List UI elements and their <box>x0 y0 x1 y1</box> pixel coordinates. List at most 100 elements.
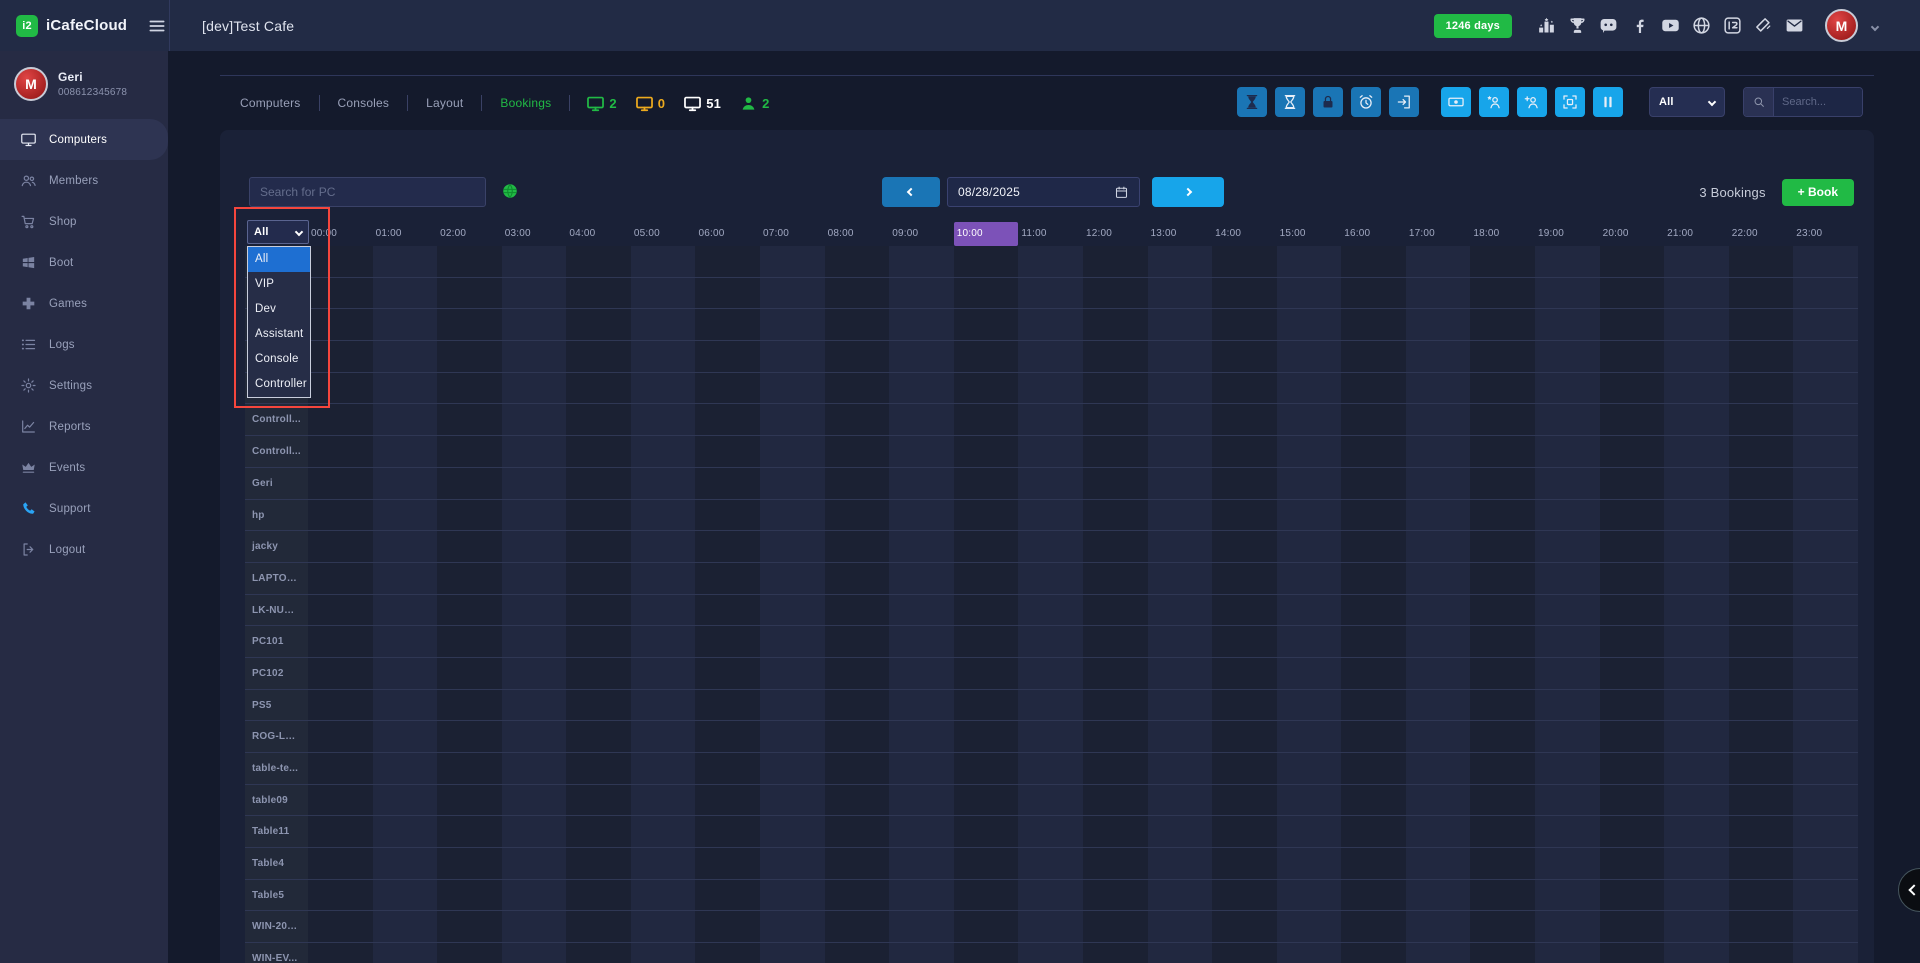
timeslot-cell[interactable] <box>1729 690 1794 721</box>
timeslot-cell[interactable] <box>1341 785 1406 816</box>
pc-name[interactable]: Geri <box>245 468 308 499</box>
timeslot-cell[interactable] <box>502 500 567 531</box>
timeslot-cell[interactable] <box>1083 690 1148 721</box>
timeslot-cell[interactable] <box>1083 595 1148 626</box>
timeslot-cell[interactable] <box>954 880 1019 911</box>
timeslot-cell[interactable] <box>502 246 567 277</box>
timeslot-cell[interactable] <box>1729 785 1794 816</box>
timeslot-cell[interactable] <box>1083 404 1148 435</box>
timeslot-cell[interactable] <box>954 721 1019 752</box>
timeslot-cell[interactable] <box>889 785 954 816</box>
timeslot-cell[interactable] <box>1535 531 1600 562</box>
timeslot-cell[interactable] <box>1148 911 1213 942</box>
timeslot-cell[interactable] <box>1341 658 1406 689</box>
timeslot-cell[interactable] <box>1600 500 1665 531</box>
timeslot-cell[interactable] <box>1535 278 1600 309</box>
timeslot-cell[interactable] <box>566 531 631 562</box>
timeslot-cell[interactable] <box>1277 595 1342 626</box>
timeslot-cell[interactable] <box>889 690 954 721</box>
pc-name[interactable]: Controll... <box>245 436 308 467</box>
timeslot-cell[interactable] <box>631 690 696 721</box>
timeslot-cell[interactable] <box>1018 595 1083 626</box>
timeslot-cell[interactable] <box>1018 563 1083 594</box>
timeslot-cell[interactable] <box>1148 341 1213 372</box>
timeslot-cell[interactable] <box>566 468 631 499</box>
filter-option-console[interactable]: Console <box>248 347 310 372</box>
timeslot-cell[interactable] <box>1148 816 1213 847</box>
timeslot-cell[interactable] <box>1535 848 1600 879</box>
timeslot-cell[interactable] <box>1535 721 1600 752</box>
timeslot-cell[interactable] <box>1535 500 1600 531</box>
timeslot-cell[interactable] <box>1406 753 1471 784</box>
timeslot-cell[interactable] <box>566 341 631 372</box>
pc-name[interactable]: PS5 <box>245 690 308 721</box>
timeslot-cell[interactable] <box>1406 373 1471 404</box>
timeslot-cell[interactable] <box>1600 436 1665 467</box>
timeslot-cell[interactable] <box>1664 278 1729 309</box>
timeslot-cell[interactable] <box>1406 246 1471 277</box>
timeslot-cell[interactable] <box>1406 309 1471 340</box>
timeslot-cell[interactable] <box>437 436 502 467</box>
pause-button[interactable] <box>1593 87 1623 117</box>
timeslot-cell[interactable] <box>502 309 567 340</box>
timeslot-cell[interactable] <box>1148 246 1213 277</box>
timeslot-cell[interactable] <box>1148 943 1213 963</box>
timeslot-cell[interactable] <box>825 468 890 499</box>
timeslot-cell[interactable] <box>889 309 954 340</box>
hamburger-menu-icon[interactable] <box>147 16 167 36</box>
icafecloud-icon[interactable] <box>1722 15 1743 36</box>
timeslot-cell[interactable] <box>1535 468 1600 499</box>
timeslot-cell[interactable] <box>1793 911 1858 942</box>
timeslot-cell[interactable] <box>889 500 954 531</box>
timeslot-cell[interactable] <box>1729 943 1794 963</box>
timeslot-cell[interactable] <box>437 721 502 752</box>
timeslot-cell[interactable] <box>954 246 1019 277</box>
timeslot-cell[interactable] <box>631 848 696 879</box>
timeslot-cell[interactable] <box>437 848 502 879</box>
timeslot-cell[interactable] <box>1018 753 1083 784</box>
timeslot-cell[interactable] <box>825 531 890 562</box>
hourglass-filled-button[interactable] <box>1237 87 1267 117</box>
timeslot-cell[interactable] <box>373 911 438 942</box>
timeslot-cell[interactable] <box>373 943 438 963</box>
timeslot-cell[interactable] <box>760 341 825 372</box>
timeslot-cell[interactable] <box>308 278 373 309</box>
discord-icon[interactable] <box>1598 15 1619 36</box>
timeslot-cell[interactable] <box>1406 911 1471 942</box>
timeslot-cell[interactable] <box>566 595 631 626</box>
timeslot-cell[interactable] <box>1277 785 1342 816</box>
timeslot-cell[interactable] <box>695 595 760 626</box>
timeslot-cell[interactable] <box>502 880 567 911</box>
timeslot-cell[interactable] <box>760 785 825 816</box>
timeslot-cell[interactable] <box>1600 373 1665 404</box>
timeslot-cell[interactable] <box>502 816 567 847</box>
timeslot-cell[interactable] <box>308 816 373 847</box>
timeslot-cell[interactable] <box>502 690 567 721</box>
timeslot-cell[interactable] <box>566 563 631 594</box>
timeslot-cell[interactable] <box>1083 943 1148 963</box>
timeslot-cell[interactable] <box>1664 816 1729 847</box>
timeslot-cell[interactable] <box>1018 911 1083 942</box>
timeslot-cell[interactable] <box>1729 595 1794 626</box>
timeslot-cell[interactable] <box>1664 563 1729 594</box>
timeslot-cell[interactable] <box>1406 785 1471 816</box>
timeslot-cell[interactable] <box>1277 690 1342 721</box>
timeslot-cell[interactable] <box>695 626 760 657</box>
timeslot-cell[interactable] <box>1018 341 1083 372</box>
timeslot-cell[interactable] <box>695 816 760 847</box>
timeslot-cell[interactable] <box>1148 563 1213 594</box>
sidebar-item-reports[interactable]: Reports <box>0 406 168 447</box>
timeslot-cell[interactable] <box>1406 531 1471 562</box>
timeslot-cell[interactable] <box>1341 943 1406 963</box>
timeslot-cell[interactable] <box>1406 404 1471 435</box>
timeslot-cell[interactable] <box>760 531 825 562</box>
timeslot-cell[interactable] <box>437 278 502 309</box>
timeslot-cell[interactable] <box>1212 246 1277 277</box>
timeslot-cell[interactable] <box>566 911 631 942</box>
timeslot-cell[interactable] <box>1664 531 1729 562</box>
timeslot-cell[interactable] <box>1277 531 1342 562</box>
timeslot-cell[interactable] <box>1083 911 1148 942</box>
timeslot-cell[interactable] <box>1664 500 1729 531</box>
timeslot-cell[interactable] <box>1793 436 1858 467</box>
timeslot-cell[interactable] <box>1212 848 1277 879</box>
